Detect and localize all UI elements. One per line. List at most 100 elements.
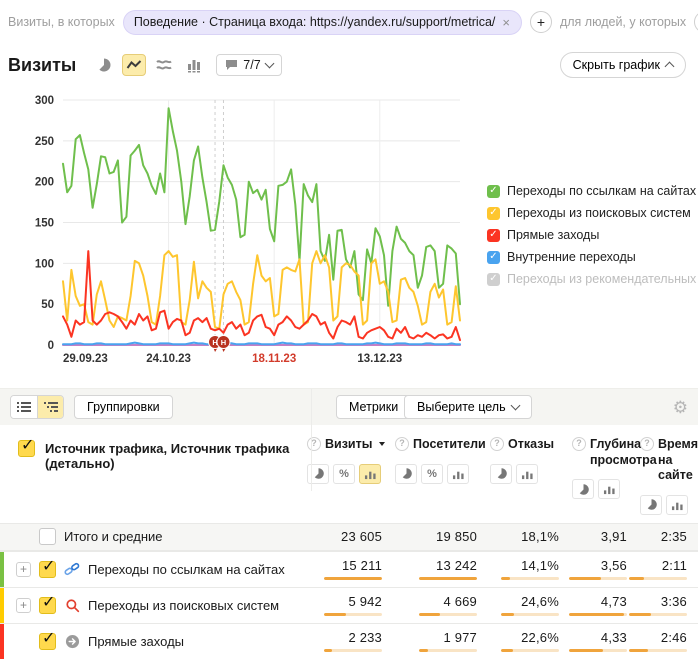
percent-toggle-icon[interactable]: %: [333, 464, 355, 484]
help-icon[interactable]: ?: [640, 437, 654, 451]
bars-toggle-icon[interactable]: [359, 464, 381, 484]
metric-value: 2:11: [662, 558, 687, 573]
metric-bar: [324, 649, 382, 652]
segment-chip-text: Поведение · Страница входа: https://yand…: [134, 15, 496, 29]
table-view-switcher: [10, 395, 64, 419]
bars-toggle-icon[interactable]: [516, 464, 538, 484]
metric-bar: [629, 613, 687, 616]
hide-chart-button[interactable]: Скрыть график: [560, 52, 686, 78]
row-color-strip: [0, 624, 4, 659]
svg-text:29.09.23: 29.09.23: [63, 353, 108, 365]
legend-item[interactable]: ✓ Переходы из рекомендательных систем: [487, 268, 698, 290]
annotation-marker[interactable]: Н: [217, 336, 230, 353]
row-checkbox[interactable]: [39, 528, 56, 545]
metric-value: 23 605: [341, 529, 382, 544]
pie-toggle-icon[interactable]: [395, 464, 417, 484]
help-icon[interactable]: ?: [395, 437, 409, 451]
percent-toggle-icon[interactable]: %: [421, 464, 443, 484]
pie-chart-type-icon[interactable]: [92, 54, 116, 76]
metric-value-cell: 23 605: [305, 529, 393, 544]
metric-display-toggles: [640, 495, 698, 515]
tree-view-icon[interactable]: [37, 396, 63, 418]
chart-header: Визиты 7/7 Скрыть график: [0, 40, 698, 84]
metric-column-name[interactable]: Время на сайте: [658, 437, 698, 484]
people-filter-label: для людей, у которых: [560, 15, 686, 29]
metric-column-name[interactable]: Посетители: [413, 437, 486, 453]
row-label: Переходы из поисковых систем: [88, 598, 279, 613]
comment-bubble-icon: [225, 59, 238, 71]
metric-value: 1 977: [443, 630, 477, 645]
metric-value-cell: 3:36: [638, 594, 698, 616]
pie-toggle-icon[interactable]: [490, 464, 512, 484]
metric-column-header-1: ? Визиты %: [305, 437, 393, 515]
row-checkbox[interactable]: ✓: [39, 561, 56, 578]
segment-chip[interactable]: Поведение · Страница входа: https://yand…: [123, 10, 522, 35]
legend-label: Переходы из поисковых систем: [507, 206, 691, 220]
metric-column-header-5: ? Время на сайте: [638, 437, 698, 515]
table-row[interactable]: +✓Переходы по ссылкам на сайтах 15 21113…: [0, 551, 698, 587]
series-line-3[interactable]: [63, 343, 460, 345]
svg-text:0: 0: [48, 340, 54, 352]
goal-select-button[interactable]: Выберите цель: [404, 395, 532, 419]
gear-icon[interactable]: ⚙: [673, 399, 688, 416]
metric-column-name[interactable]: Отказы: [508, 437, 554, 453]
pie-toggle-icon[interactable]: [572, 479, 594, 499]
expand-row-button[interactable]: +: [16, 562, 31, 577]
metric-value-cell: 15 211: [305, 558, 393, 580]
row-label-cell: ✓Прямые заходы: [0, 633, 305, 650]
help-icon[interactable]: ?: [490, 437, 504, 451]
metric-value: 2:46: [661, 630, 687, 645]
row-checkbox[interactable]: ✓: [39, 633, 56, 650]
row-checkbox[interactable]: ✓: [39, 597, 56, 614]
column-chart-type-icon[interactable]: [182, 54, 206, 76]
legend-item[interactable]: ✓ Прямые заходы: [487, 224, 698, 246]
legend-checkbox[interactable]: ✓: [487, 251, 500, 264]
expand-row-button[interactable]: +: [16, 598, 31, 613]
legend-label: Переходы из рекомендательных систем: [507, 272, 698, 286]
row-label: Итого и средние: [64, 529, 162, 544]
flat-list-view-icon[interactable]: [11, 396, 37, 418]
series-line-2[interactable]: [63, 251, 460, 340]
metrics-button[interactable]: Метрики: [336, 395, 411, 419]
metric-value-cell: 4,33: [570, 630, 638, 652]
add-segment-condition-button[interactable]: +: [530, 11, 552, 33]
metric-column-header-3: ? Отказы: [488, 437, 570, 515]
segment-chip-close-icon[interactable]: ×: [501, 15, 511, 30]
groupings-button[interactable]: Группировки: [74, 395, 173, 419]
grouping-checkbox[interactable]: ✓: [18, 440, 35, 457]
legend-label: Прямые заходы: [507, 228, 599, 242]
visits-line-chart[interactable]: 05010015020025030029.09.2324.10.2318.11.…: [0, 84, 470, 366]
table-row[interactable]: Итого и средние 23 60519 85018,1%3,912:3…: [0, 523, 698, 551]
chevron-up-icon: [665, 62, 675, 72]
table-row[interactable]: ✓Прямые заходы 2 2331 97722,6%4,332:46: [0, 623, 698, 659]
grouping-label: Источник трафика, Источник трафика (дета…: [45, 440, 305, 471]
metric-column-name[interactable]: Визиты: [325, 437, 372, 453]
add-people-condition-button[interactable]: +: [694, 11, 698, 33]
row-color-strip: [0, 588, 4, 623]
legend-checkbox[interactable]: ✓: [487, 207, 500, 220]
stacked-area-chart-type-icon[interactable]: [152, 54, 176, 76]
legend-item[interactable]: ✓Переходы по ссылкам на сайтах: [487, 180, 698, 202]
comments-dropdown[interactable]: 7/7: [216, 54, 281, 76]
bars-toggle-icon[interactable]: [666, 495, 688, 515]
line-chart-type-icon[interactable]: [122, 54, 146, 76]
legend-item[interactable]: ✓Внутренние переходы: [487, 246, 698, 268]
row-label-cell: Итого и средние: [0, 528, 305, 545]
metric-value-cell: 2:11: [638, 558, 698, 580]
metric-value-cell: 3,91: [570, 529, 638, 544]
bars-toggle-icon[interactable]: [447, 464, 469, 484]
metric-value-cell: 19 850: [393, 529, 488, 544]
bars-toggle-icon[interactable]: [598, 479, 620, 499]
metric-value: 19 850: [436, 529, 477, 544]
legend-item[interactable]: ✓ Переходы из поисковых систем: [487, 202, 698, 224]
metric-value-cell: 1 977: [393, 630, 488, 652]
metric-column-header-4: ? Глубина просмотра: [570, 437, 638, 515]
legend-checkbox[interactable]: ✓: [487, 229, 500, 242]
help-icon[interactable]: ?: [307, 437, 321, 451]
svg-text:300: 300: [35, 95, 54, 107]
pie-toggle-icon[interactable]: [640, 495, 662, 515]
help-icon[interactable]: ?: [572, 437, 586, 451]
metric-bar: [419, 613, 477, 616]
legend-checkbox[interactable]: ✓: [487, 185, 500, 198]
legend-checkbox[interactable]: ✓: [487, 273, 500, 286]
